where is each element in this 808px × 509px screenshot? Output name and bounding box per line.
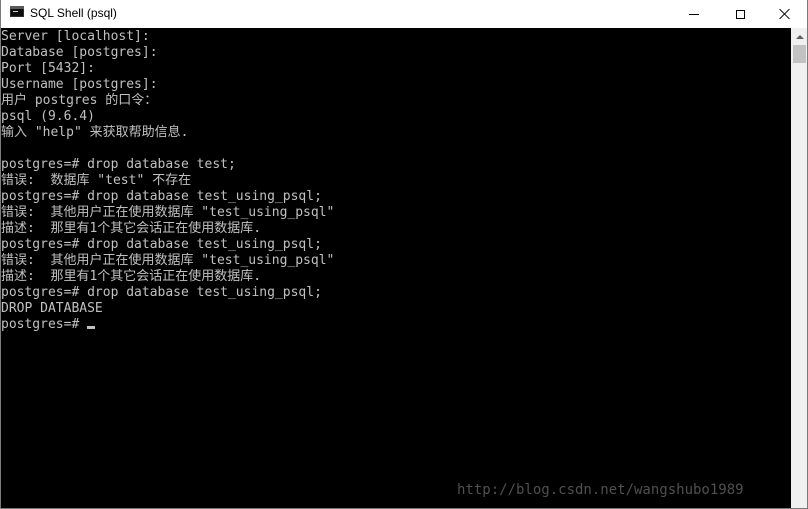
console-input-line[interactable]: postgres=# bbox=[1, 317, 791, 333]
close-button[interactable] bbox=[762, 0, 807, 28]
console-line: postgres=# drop database test; bbox=[1, 157, 236, 172]
console-line: postgres=# drop database test_using_psql… bbox=[1, 285, 322, 300]
console-line: postgres=# drop database test_using_psql… bbox=[1, 237, 322, 252]
console-line: 描述: 那里有1个其它会话正在使用数据库. bbox=[1, 221, 262, 236]
text-cursor bbox=[87, 326, 96, 329]
close-icon bbox=[779, 8, 791, 20]
console-output[interactable]: Server [localhost]: Database [postgres]:… bbox=[1, 28, 791, 508]
watermark-text: http://blog.csdn.net/wangshubo1989 bbox=[457, 482, 744, 498]
minimize-icon bbox=[689, 13, 699, 15]
console-line: 错误: 其他用户正在使用数据库 "test_using_psql" bbox=[1, 205, 335, 220]
console-line: 描述: 那里有1个其它会话正在使用数据库. bbox=[1, 269, 262, 284]
console-line: psql (9.6.4) bbox=[1, 109, 95, 124]
window-title: SQL Shell (psql) bbox=[30, 6, 117, 20]
console-line: 错误: 其他用户正在使用数据库 "test_using_psql" bbox=[1, 253, 335, 268]
scroll-up-button[interactable] bbox=[791, 28, 807, 45]
maximize-button[interactable] bbox=[717, 0, 763, 28]
console-line: 错误: 数据库 "test" 不存在 bbox=[1, 173, 192, 188]
vertical-scrollbar[interactable] bbox=[791, 28, 807, 508]
console-prompt: postgres=# bbox=[1, 317, 88, 332]
console-line: DROP DATABASE bbox=[1, 301, 103, 316]
console-line: Database [postgres]: bbox=[1, 45, 158, 60]
console-line: 用户 postgres 的口令： bbox=[1, 93, 158, 108]
console-window-icon[interactable] bbox=[10, 6, 24, 17]
chevron-up-icon bbox=[795, 34, 804, 39]
console-line: Username [postgres]: bbox=[1, 77, 158, 92]
maximize-icon bbox=[735, 9, 745, 19]
scroll-thumb[interactable] bbox=[793, 45, 806, 63]
console-line: Port [5432]: bbox=[1, 61, 95, 76]
minimize-button[interactable] bbox=[671, 0, 717, 28]
console-line: 输入 "help" 来获取帮助信息. bbox=[1, 125, 189, 140]
console-line: postgres=# drop database test_using_psql… bbox=[1, 189, 322, 204]
title-bar[interactable]: SQL Shell (psql) bbox=[1, 0, 807, 28]
sql-shell-window: SQL Shell (psql) Server [localhost]: Dat… bbox=[0, 0, 808, 509]
console-line: Server [localhost]: bbox=[1, 29, 150, 44]
